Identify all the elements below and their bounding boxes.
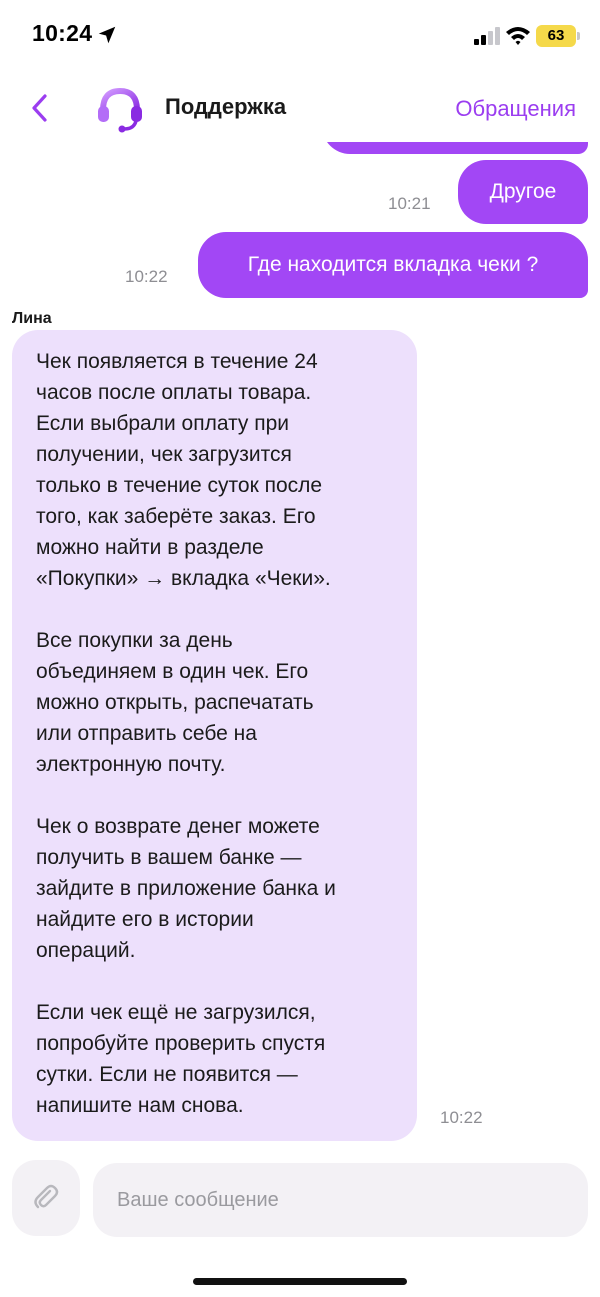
message-time: 10:21: [388, 194, 431, 213]
chat-header: Поддержка Обращения: [0, 72, 600, 142]
wifi-icon: [506, 27, 530, 45]
message-paragraph: Если чек ещё не загрузился, попробуйте п…: [36, 1001, 326, 1117]
headset-avatar-icon: [98, 87, 142, 133]
incoming-message: Чек появляется в течение 24 часов после …: [12, 330, 417, 1141]
message-paragraph: Все покупки за день объединяем в один че…: [36, 629, 314, 776]
page-title: Поддержка: [165, 94, 287, 119]
status-time: 10:24: [32, 20, 93, 46]
cellular-signal-icon: [474, 27, 500, 45]
back-button[interactable]: [24, 90, 54, 126]
message-composer: [0, 1160, 600, 1240]
message-time: 10:22: [440, 1108, 483, 1127]
message-input[interactable]: [93, 1163, 588, 1237]
battery-tip: [577, 32, 580, 40]
sender-name: Лина: [12, 310, 52, 327]
message-paragraph: Чек о возврате денег можете получить в в…: [36, 815, 336, 962]
previous-message-bubble: [322, 142, 588, 154]
chat-area[interactable]: Другое 10:21 Где находится вкладка чеки …: [0, 142, 600, 1152]
outgoing-message: Другое: [458, 160, 588, 224]
battery-icon: 63: [536, 25, 576, 47]
attach-button[interactable]: [12, 1160, 80, 1236]
requests-link[interactable]: Обращения: [455, 96, 576, 122]
paperclip-icon: [34, 1184, 59, 1209]
message-time: 10:22: [125, 267, 168, 286]
message-paragraph: Чек появляется в течение 24 часов после …: [36, 350, 331, 590]
home-indicator: [193, 1278, 407, 1285]
chevron-left-icon: [32, 94, 47, 122]
location-arrow-icon: [98, 26, 116, 44]
status-bar: 10:24 63: [0, 0, 600, 70]
outgoing-message: Где находится вкладка чеки ?: [198, 232, 588, 298]
